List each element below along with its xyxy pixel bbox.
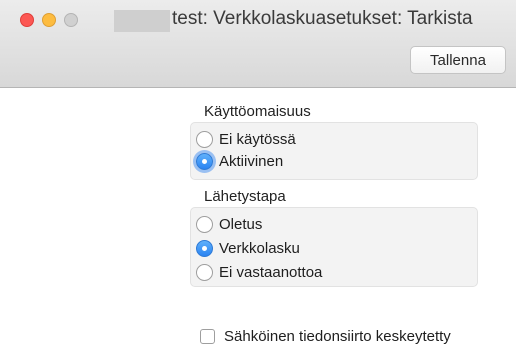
usage-option-label: Ei käytössä — [219, 130, 296, 148]
window-titlebar: test: Verkkolaskuasetukset: Tarkista Tal… — [0, 0, 516, 88]
save-button[interactable]: Tallenna — [410, 46, 506, 74]
delivery-option-label: Ei vastaanottoa — [219, 263, 323, 281]
radio-button[interactable] — [196, 215, 213, 233]
window-title: test: Verkkolaskuasetukset: Tarkista — [172, 8, 473, 29]
redacted-title-prefix — [114, 10, 170, 32]
radio-button[interactable] — [196, 130, 213, 148]
transfer-suspended-option[interactable]: Sähköinen tiedonsiirto keskeytetty — [200, 326, 451, 346]
delivery-option-label: Verkkolasku — [219, 239, 300, 257]
usage-option-label: Aktiivinen — [219, 152, 284, 170]
transfer-suspended-label: Sähköinen tiedonsiirto keskeytetty — [224, 327, 451, 345]
minimize-window-button[interactable] — [42, 13, 56, 27]
zoom-window-button[interactable] — [64, 13, 78, 27]
radio-button-selected[interactable] — [196, 152, 213, 170]
radio-button[interactable] — [196, 263, 213, 281]
usage-option-disabled[interactable]: Ei käytössä — [196, 128, 296, 150]
delivery-option-default[interactable]: Oletus — [196, 213, 262, 235]
delivery-option-einvoice[interactable]: Verkkolasku — [196, 237, 300, 259]
delivery-option-no-receipt[interactable]: Ei vastaanottoa — [196, 261, 322, 283]
radio-button-selected[interactable] — [196, 239, 213, 257]
delivery-section-label: Lähetystapa — [204, 188, 286, 205]
close-window-button[interactable] — [20, 13, 34, 27]
delivery-option-label: Oletus — [219, 215, 263, 233]
transfer-suspended-checkbox[interactable] — [200, 328, 215, 344]
usage-section-label: Käyttöomaisuus — [204, 103, 311, 120]
usage-option-active[interactable]: Aktiivinen — [196, 150, 283, 172]
